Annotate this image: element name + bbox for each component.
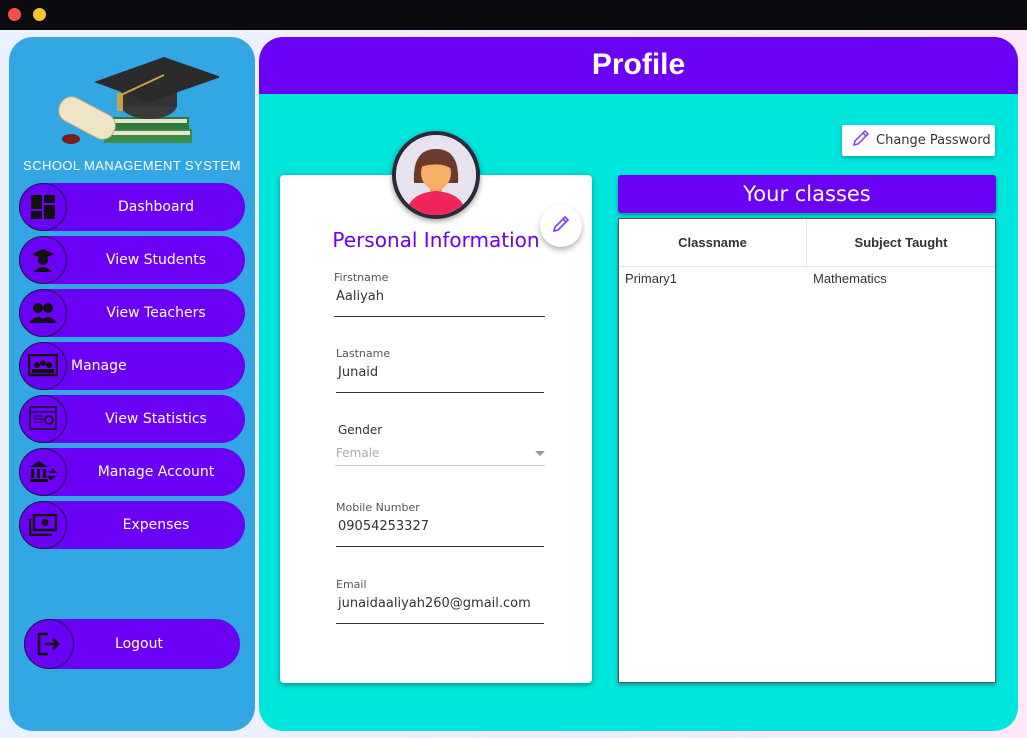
app-brand: SCHOOL MANAGEMENT SYSTEM bbox=[23, 158, 241, 173]
email-value: junaidaaliyah260@gmail.com bbox=[338, 596, 531, 611]
sidebar-item-label: View Statistics bbox=[105, 411, 207, 427]
teachers-icon bbox=[19, 289, 67, 337]
classroom-icon bbox=[19, 342, 67, 390]
personal-info-card: Personal Information Firstname Aaliyah L… bbox=[280, 175, 592, 683]
logout-button[interactable]: Logout bbox=[24, 619, 240, 669]
column-header-subject-taught[interactable]: Subject Taught bbox=[807, 219, 995, 267]
firstname-field[interactable]: Firstname Aaliyah bbox=[334, 271, 545, 317]
pencil-icon bbox=[552, 215, 570, 238]
avatar bbox=[392, 131, 480, 219]
table-cell-classname[interactable]: Primary1 bbox=[625, 271, 677, 286]
email-field[interactable]: Email junaidaaliyah260@gmail.com bbox=[336, 578, 544, 624]
sidebar-item-manage-account[interactable]: Manage Account bbox=[19, 448, 245, 496]
change-password-button[interactable]: Change Password bbox=[842, 125, 995, 156]
gender-select[interactable]: Female bbox=[335, 442, 545, 466]
lastname-label: Lastname bbox=[336, 347, 391, 360]
sidebar: SCHOOL MANAGEMENT SYSTEM Dashboard View … bbox=[9, 37, 255, 731]
table-cell-subject[interactable]: Mathematics bbox=[813, 271, 887, 286]
money-icon bbox=[19, 501, 67, 549]
classes-title: Your classes bbox=[743, 182, 871, 206]
sidebar-item-label: Dashboard bbox=[118, 199, 194, 215]
logout-icon bbox=[24, 619, 74, 669]
sidebar-item-label: View Students bbox=[105, 252, 207, 268]
window-titlebar bbox=[0, 0, 1027, 30]
mobile-number-value: 09054253327 bbox=[338, 519, 429, 534]
firstname-value: Aaliyah bbox=[336, 289, 384, 304]
classes-table: Classname Subject Taught Primary1 Mathem… bbox=[618, 218, 996, 683]
sidebar-item-label: Manage Classes/Subjects bbox=[71, 358, 188, 422]
chevron-down-icon bbox=[535, 451, 545, 456]
lastname-value: Junaid bbox=[338, 365, 379, 380]
mobile-number-field[interactable]: Mobile Number 09054253327 bbox=[336, 501, 544, 547]
page-header: Profile bbox=[259, 37, 1018, 94]
sidebar-item-label: Manage Account bbox=[97, 464, 215, 480]
close-window-button[interactable] bbox=[8, 8, 21, 21]
lastname-field[interactable]: Lastname Junaid bbox=[336, 347, 544, 393]
mobile-number-label: Mobile Number bbox=[336, 501, 420, 514]
minimize-window-button[interactable] bbox=[33, 8, 46, 21]
bank-transfer-icon bbox=[19, 448, 67, 496]
student-icon bbox=[19, 236, 67, 284]
graduation-cap-logo bbox=[49, 47, 221, 157]
sidebar-item-view-teachers[interactable]: View Teachers bbox=[19, 289, 245, 337]
statistics-icon bbox=[19, 395, 67, 443]
firstname-label: Firstname bbox=[334, 271, 389, 284]
logout-label: Logout bbox=[115, 636, 163, 652]
classes-header: Your classes bbox=[618, 175, 996, 213]
column-header-classname[interactable]: Classname bbox=[619, 219, 807, 267]
field-underline bbox=[336, 546, 544, 547]
email-label: Email bbox=[336, 578, 367, 591]
field-underline bbox=[336, 392, 544, 393]
page-title: Profile bbox=[591, 48, 686, 81]
dashboard-icon bbox=[19, 183, 67, 231]
change-password-label: Change Password bbox=[876, 133, 991, 148]
gender-value: Female bbox=[336, 446, 380, 460]
field-underline bbox=[334, 316, 545, 317]
sidebar-item-manage-classes[interactable]: Manage Classes/Subjects bbox=[19, 342, 245, 422]
sidebar-item-label: Expenses bbox=[122, 517, 190, 533]
main-panel: Profile Change Password Personal Informa… bbox=[259, 37, 1018, 731]
field-underline bbox=[336, 623, 544, 624]
pencil-icon bbox=[852, 129, 870, 152]
sidebar-item-dashboard[interactable]: Dashboard bbox=[19, 183, 245, 231]
sidebar-item-label: View Teachers bbox=[106, 305, 206, 321]
sidebar-item-view-students[interactable]: View Students bbox=[19, 236, 245, 284]
gender-label: Gender bbox=[338, 423, 383, 437]
sidebar-item-view-statistics[interactable]: View Statistics bbox=[19, 395, 245, 443]
edit-profile-button[interactable] bbox=[540, 205, 582, 247]
sidebar-item-expenses[interactable]: Expenses bbox=[19, 501, 245, 549]
